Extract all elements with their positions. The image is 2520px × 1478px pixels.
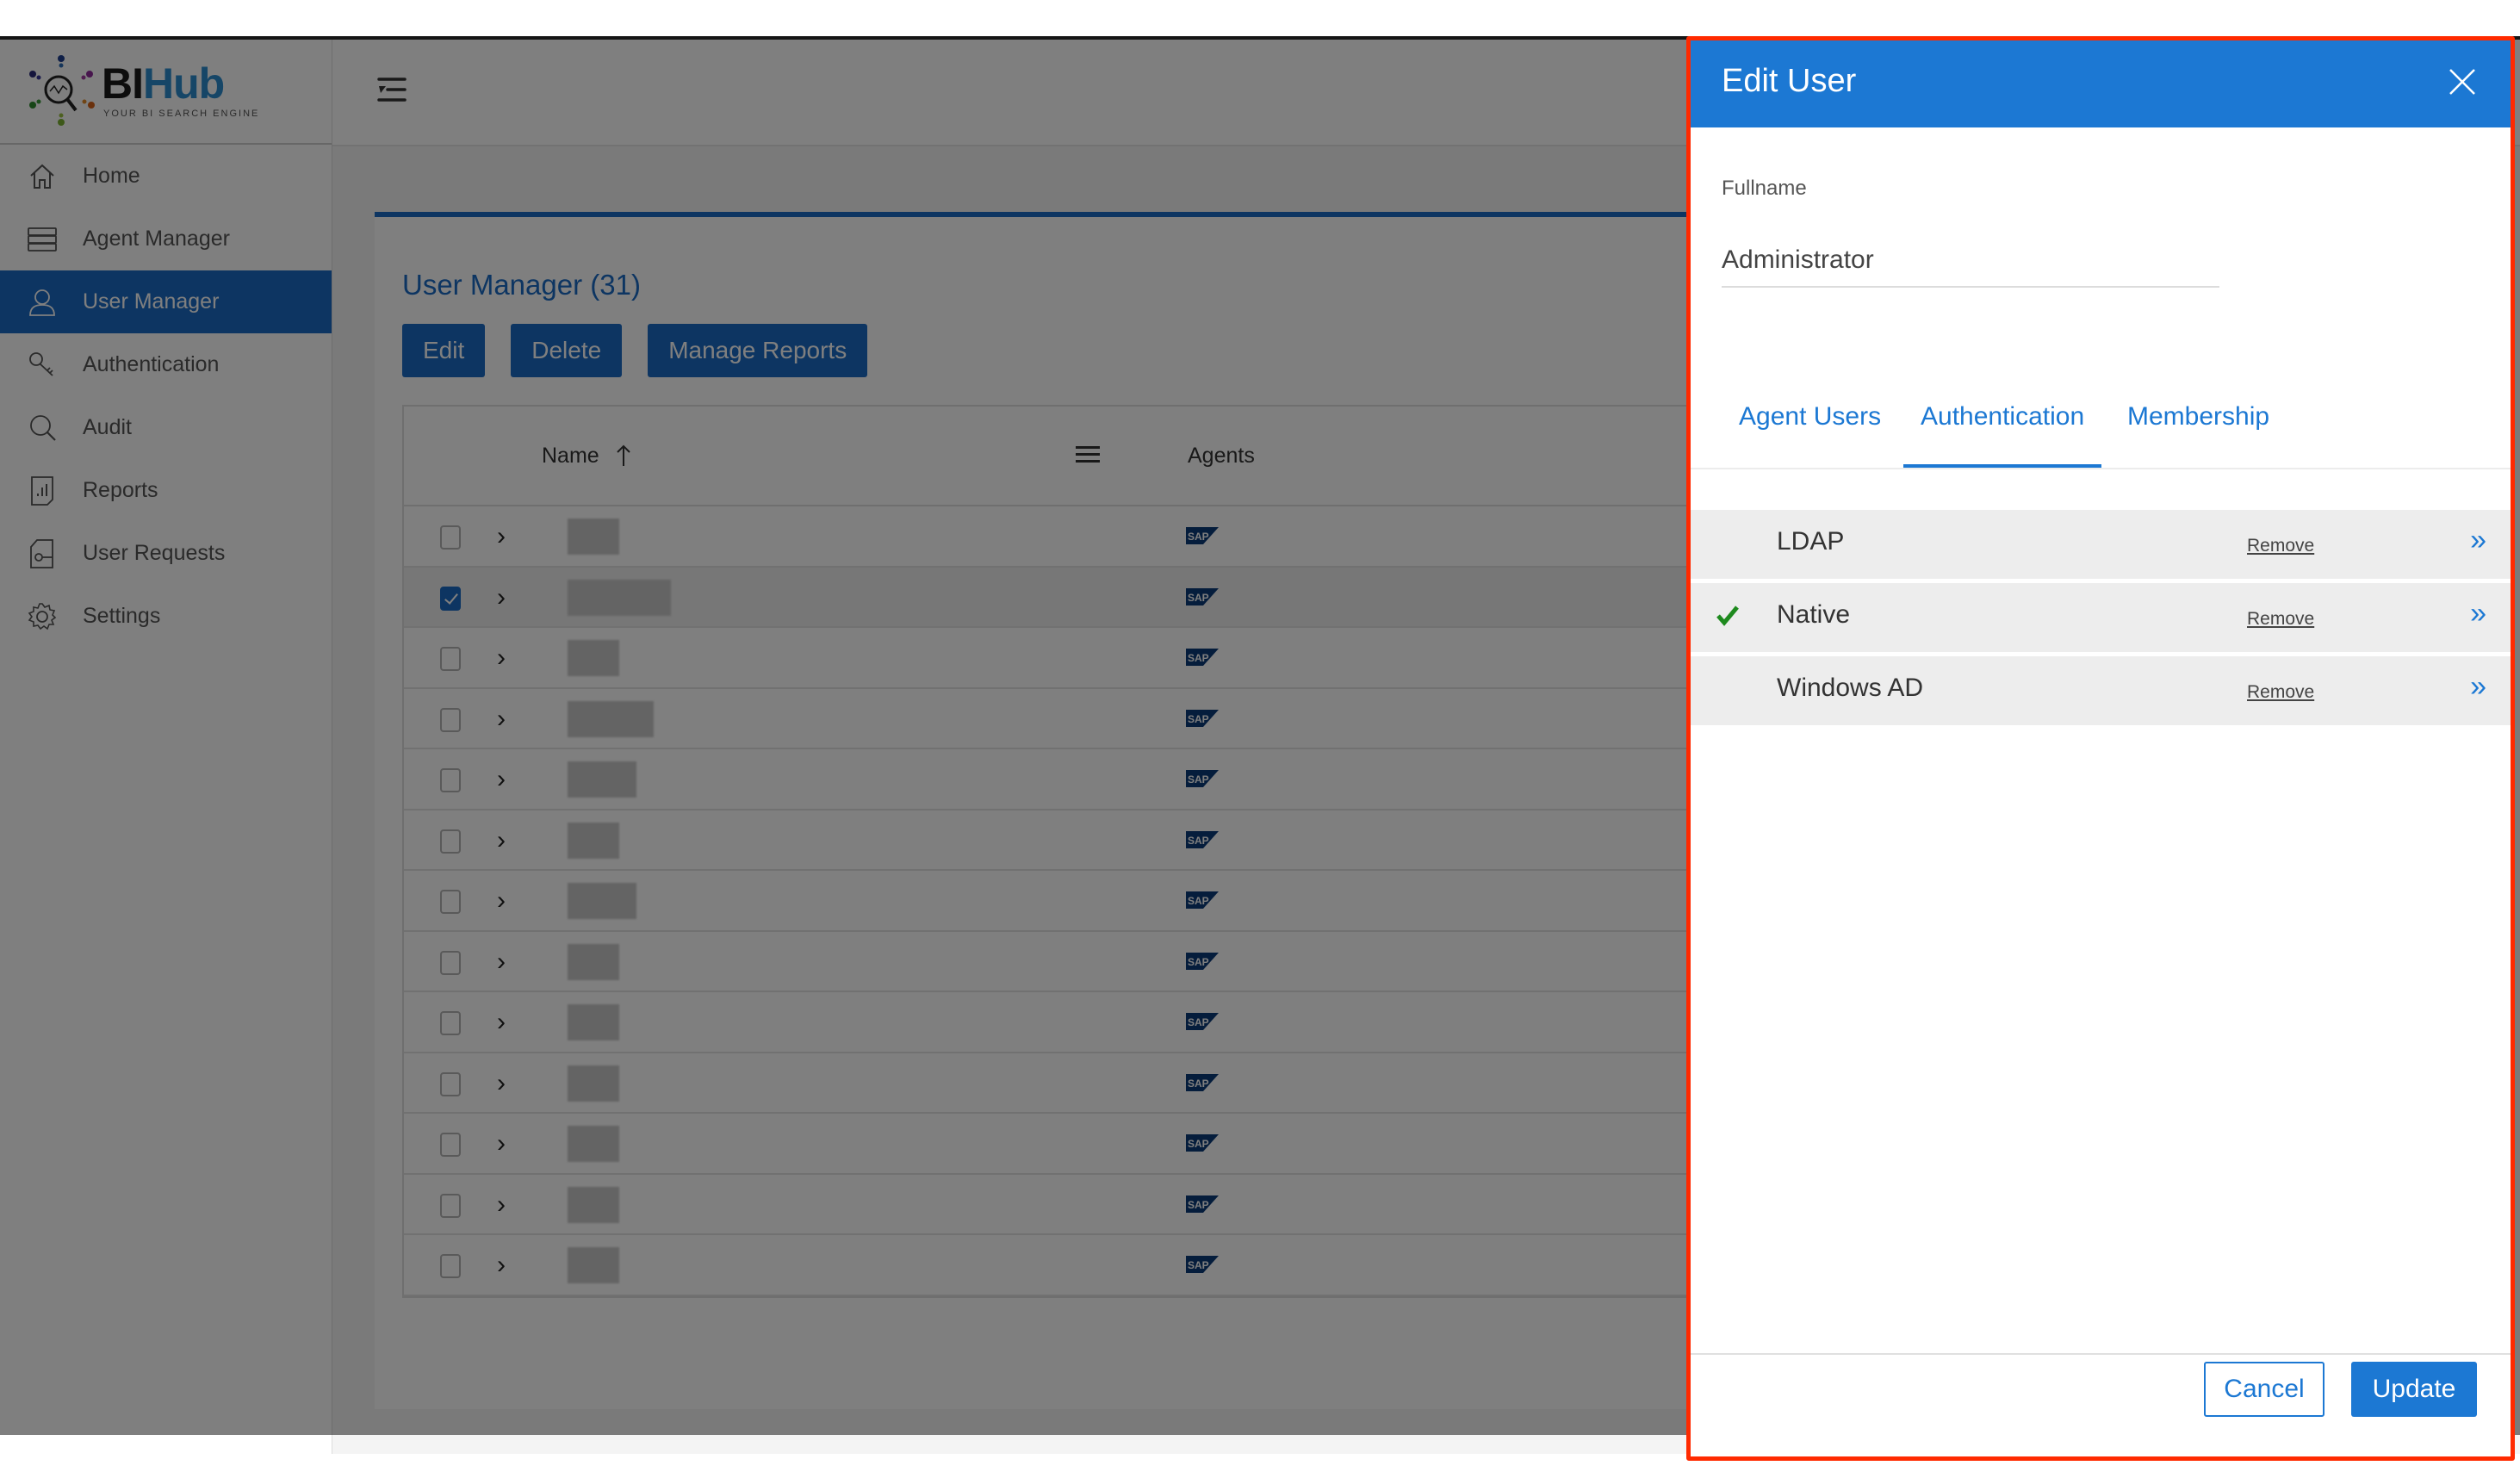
highlight-outline (1686, 36, 2515, 1461)
